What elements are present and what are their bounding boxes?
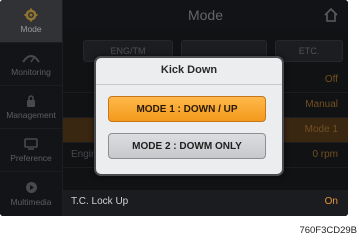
figure-code: 760F3CD29B	[299, 225, 357, 236]
kick-down-dialog: Kick Down MODE 1 : DOWN / UP MODE 2 : DO…	[94, 56, 284, 176]
mode-1-button[interactable]: MODE 1 : DOWN / UP	[108, 96, 266, 122]
display-screen: Mode Monitoring Management Preference Mu…	[0, 0, 348, 216]
mode-2-button[interactable]: MODE 2 : DOWM ONLY	[108, 133, 266, 159]
list-item[interactable]: T.C. Lock Up On	[63, 190, 348, 214]
dialog-title: Kick Down	[96, 58, 282, 85]
row-value: On	[324, 196, 338, 207]
page: Mode Monitoring Management Preference Mu…	[0, 0, 359, 242]
row-label: T.C. Lock Up	[71, 196, 129, 207]
